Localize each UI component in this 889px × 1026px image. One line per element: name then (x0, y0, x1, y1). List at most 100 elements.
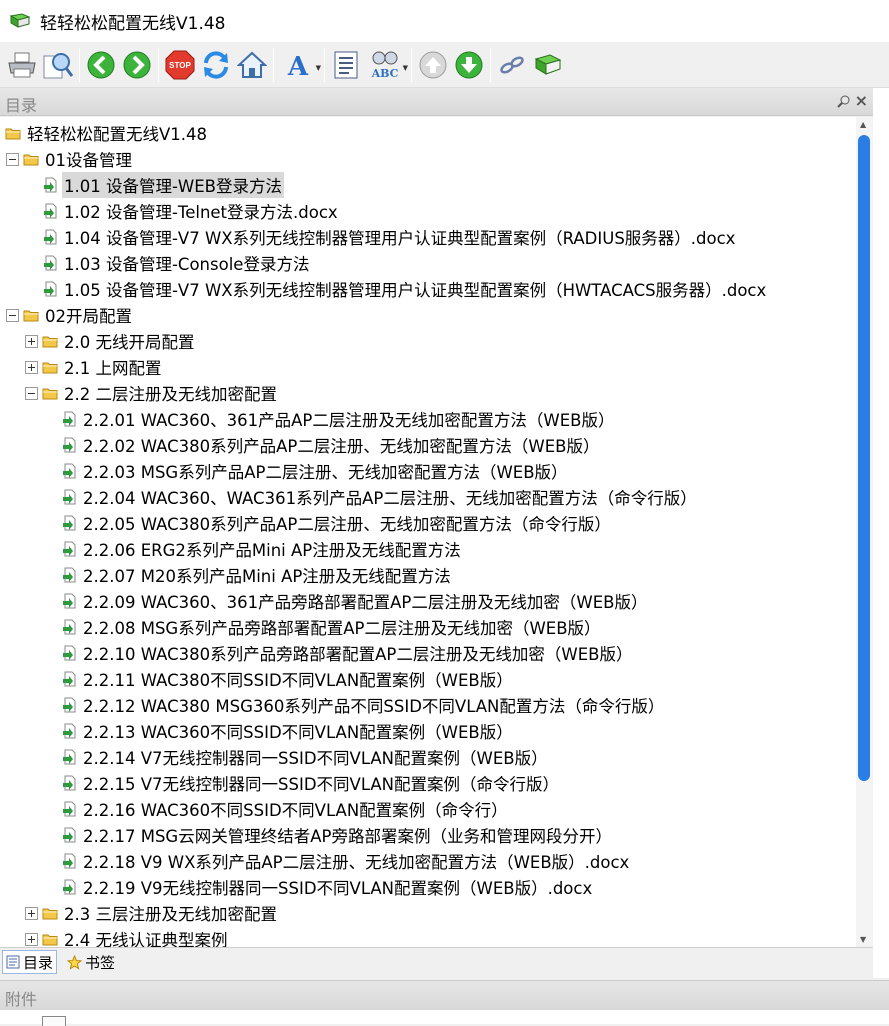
tree-folder-item[interactable]: 2.0 无线开局配置 (25, 328, 197, 354)
pin-icon[interactable] (837, 94, 851, 108)
forward-button[interactable] (119, 46, 155, 84)
back-icon (87, 51, 115, 78)
tree-doc-item[interactable]: 2.2.15 V7无线控制器同一SSID不同VLAN配置案例（命令行版） (62, 770, 561, 796)
spelling-button[interactable]: ABC ▼ (364, 46, 408, 84)
document-icon (63, 567, 76, 583)
folder-icon (5, 128, 21, 139)
tree-item-label: 2.2.01 WAC360、361产品AP二层注册及无线加密配置方法（WEB版） (83, 411, 615, 430)
vertical-scrollbar[interactable]: ▲ ▼ (856, 117, 873, 947)
tree-item-label: 1.05 设备管理-V7 WX系列无线控制器管理用户认证典型配置案例（HWTAC… (64, 281, 767, 300)
tree-folder-item[interactable]: 02开局配置 (6, 302, 134, 328)
up-button[interactable] (415, 46, 451, 84)
find-icon (43, 52, 74, 78)
font-button[interactable]: A ▼ (277, 46, 321, 84)
tree-doc-item[interactable]: 2.2.07 M20系列产品Mini AP注册及无线配置方法 (62, 562, 453, 588)
tree-doc-item[interactable]: 2.2.16 WAC360不同SSID不同VLAN配置案例（命令行） (62, 796, 510, 822)
stop-label: STOP (169, 61, 191, 70)
scroll-down-icon[interactable]: ▼ (860, 935, 866, 944)
tree-doc-item[interactable]: 2.2.08 MSG系列产品旁路部署配置AP二层注册及无线加密（WEB版） (62, 614, 603, 640)
tree-doc-item[interactable]: 2.2.06 ERG2系列产品Mini AP注册及无线配置方法 (62, 536, 463, 562)
tree-folder-item[interactable]: 2.3 三层注册及无线加密配置 (25, 900, 279, 926)
tree-doc-item[interactable]: 1.03 设备管理-Console登录方法 (43, 250, 311, 276)
down-button[interactable] (451, 46, 487, 84)
tree-doc-item[interactable]: 2.2.04 WAC360、WAC361系列产品AP二层注册、无线加密配置方法（… (62, 484, 699, 510)
tree-item-label: 2.2.13 WAC360不同SSID不同VLAN配置案例（WEB版） (83, 723, 513, 742)
toolbar: STOP A ▼ ABC ▼ (0, 42, 889, 88)
tree-doc-item[interactable]: 2.2.02 WAC380系列产品AP二层注册、无线加密配置方法（WEB版） (62, 432, 601, 458)
toolbar-separator (411, 47, 412, 82)
document-icon (63, 489, 76, 505)
tree-doc-item[interactable]: 2.2.18 V9 WX系列产品AP二层注册、无线加密配置方法（WEB版）.do… (62, 848, 631, 874)
tree-item-label: 2.2.08 MSG系列产品旁路部署配置AP二层注册及无线加密（WEB版） (83, 619, 601, 638)
document-icon (63, 411, 76, 427)
home-button[interactable] (234, 46, 270, 84)
tree-doc-item[interactable]: 2.2.10 WAC380系列产品旁路部署配置AP二层注册及无线加密（WEB版） (62, 640, 634, 666)
tree-doc-item[interactable]: 2.2.12 WAC380 MSG360系列产品不同SSID不同VLAN配置方法… (62, 692, 666, 718)
close-icon[interactable]: × (855, 91, 868, 110)
tree-doc-item[interactable]: 1.02 设备管理-Telnet登录方法.docx (43, 198, 340, 224)
document-icon (63, 541, 76, 557)
attachments-header: 附件 (0, 980, 889, 1010)
tree-doc-item[interactable]: 2.2.05 WAC380系列产品AP二层注册、无线加密配置方法（命令行版） (62, 510, 613, 536)
tab-bookmarks[interactable]: 书签 (64, 950, 118, 974)
toc-panel-title: 目录 (5, 96, 38, 115)
tree-doc-item[interactable]: 1.01 设备管理-WEB登录方法 (43, 172, 284, 198)
collapse-icon[interactable] (25, 386, 38, 400)
tree-item-label: 2.2.12 WAC380 MSG360系列产品不同SSID不同VLAN配置方法… (83, 697, 665, 716)
refresh-button[interactable] (198, 46, 234, 84)
collapse-icon[interactable] (6, 308, 19, 322)
folder-icon (42, 934, 58, 945)
tree-doc-item[interactable]: 1.05 设备管理-V7 WX系列无线控制器管理用户认证典型配置案例（HWTAC… (43, 276, 768, 302)
panel-tabs: 目录 书签 (0, 947, 873, 978)
tree-doc-item[interactable]: 2.2.11 WAC380不同SSID不同VLAN配置案例（WEB版） (62, 666, 515, 692)
file-icon[interactable] (42, 1016, 66, 1026)
find-button[interactable] (40, 46, 76, 84)
tree-folder-item[interactable]: 01设备管理 (6, 146, 134, 172)
tree-item-label: 02开局配置 (45, 307, 132, 326)
back-button[interactable] (83, 46, 119, 84)
font-letter: A (287, 52, 309, 80)
tree-item-label: 2.2.16 WAC360不同SSID不同VLAN配置案例（命令行） (83, 801, 508, 820)
tree-folder-item[interactable]: 轻轻松松配置无线V1.48 (5, 120, 209, 146)
document-icon (44, 281, 57, 297)
expand-icon[interactable] (25, 906, 38, 920)
tree-doc-item[interactable]: 2.2.14 V7无线控制器同一SSID不同VLAN配置案例（WEB版） (62, 744, 550, 770)
tree-doc-item[interactable]: 2.2.19 V9无线控制器同一SSID不同VLAN配置案例（WEB版）.doc… (62, 874, 594, 900)
stop-button[interactable]: STOP (162, 46, 198, 84)
expand-icon[interactable] (25, 360, 38, 374)
tree-doc-item[interactable]: 2.2.17 MSG云网关管理终结者AP旁路部署案例（业务和管理网段分开） (62, 822, 614, 848)
tree-doc-item[interactable]: 1.04 设备管理-V7 WX系列无线控制器管理用户认证典型配置案例（RADIU… (43, 224, 737, 250)
tree-item-label: 2.4 无线认证典型案例 (64, 931, 228, 947)
tree-item-label: 2.2.19 V9无线控制器同一SSID不同VLAN配置案例（WEB版）.doc… (83, 879, 593, 898)
folder-icon (42, 388, 58, 399)
tree-folder-item[interactable]: 2.2 二层注册及无线加密配置 (25, 380, 279, 406)
attachments-title: 附件 (5, 990, 38, 1009)
expand-icon[interactable] (25, 932, 38, 946)
book-button[interactable] (530, 46, 566, 84)
scrollbar-thumb[interactable] (858, 135, 870, 781)
document-icon (63, 853, 76, 869)
document-icon (63, 827, 76, 843)
tree-item-label: 2.3 三层注册及无线加密配置 (64, 905, 277, 924)
tab-contents[interactable]: 目录 (2, 950, 58, 974)
print-button[interactable] (4, 46, 40, 84)
tree-item-label: 2.2.17 MSG云网关管理终结者AP旁路部署案例（业务和管理网段分开） (83, 827, 612, 846)
tree-folder-item[interactable]: 2.4 无线认证典型案例 (25, 926, 230, 947)
scroll-up-icon[interactable]: ▲ (860, 120, 866, 129)
tree-doc-item[interactable]: 2.2.01 WAC360、361产品AP二层注册及无线加密配置方法（WEB版） (62, 406, 616, 432)
folder-icon (42, 908, 58, 919)
tree-folder-item[interactable]: 2.1 上网配置 (25, 354, 164, 380)
up-icon (419, 51, 447, 78)
tree-doc-item[interactable]: 2.2.09 WAC360、361产品旁路部署配置AP二层注册及无线加密（WEB… (62, 588, 649, 614)
tree-doc-item[interactable]: 2.2.13 WAC360不同SSID不同VLAN配置案例（WEB版） (62, 718, 515, 744)
expand-icon[interactable] (25, 334, 38, 348)
home-icon (237, 51, 267, 78)
tree-item-label: 2.2.03 MSG系列产品AP二层注册、无线加密配置方法（WEB版） (83, 463, 568, 482)
toc-icon (6, 955, 20, 969)
abc-label: ABC (371, 67, 399, 80)
collapse-icon[interactable] (6, 152, 19, 166)
contents-button[interactable] (328, 46, 364, 84)
link-button[interactable] (494, 46, 530, 84)
document-icon (63, 515, 76, 531)
tree-doc-item[interactable]: 2.2.03 MSG系列产品AP二层注册、无线加密配置方法（WEB版） (62, 458, 570, 484)
